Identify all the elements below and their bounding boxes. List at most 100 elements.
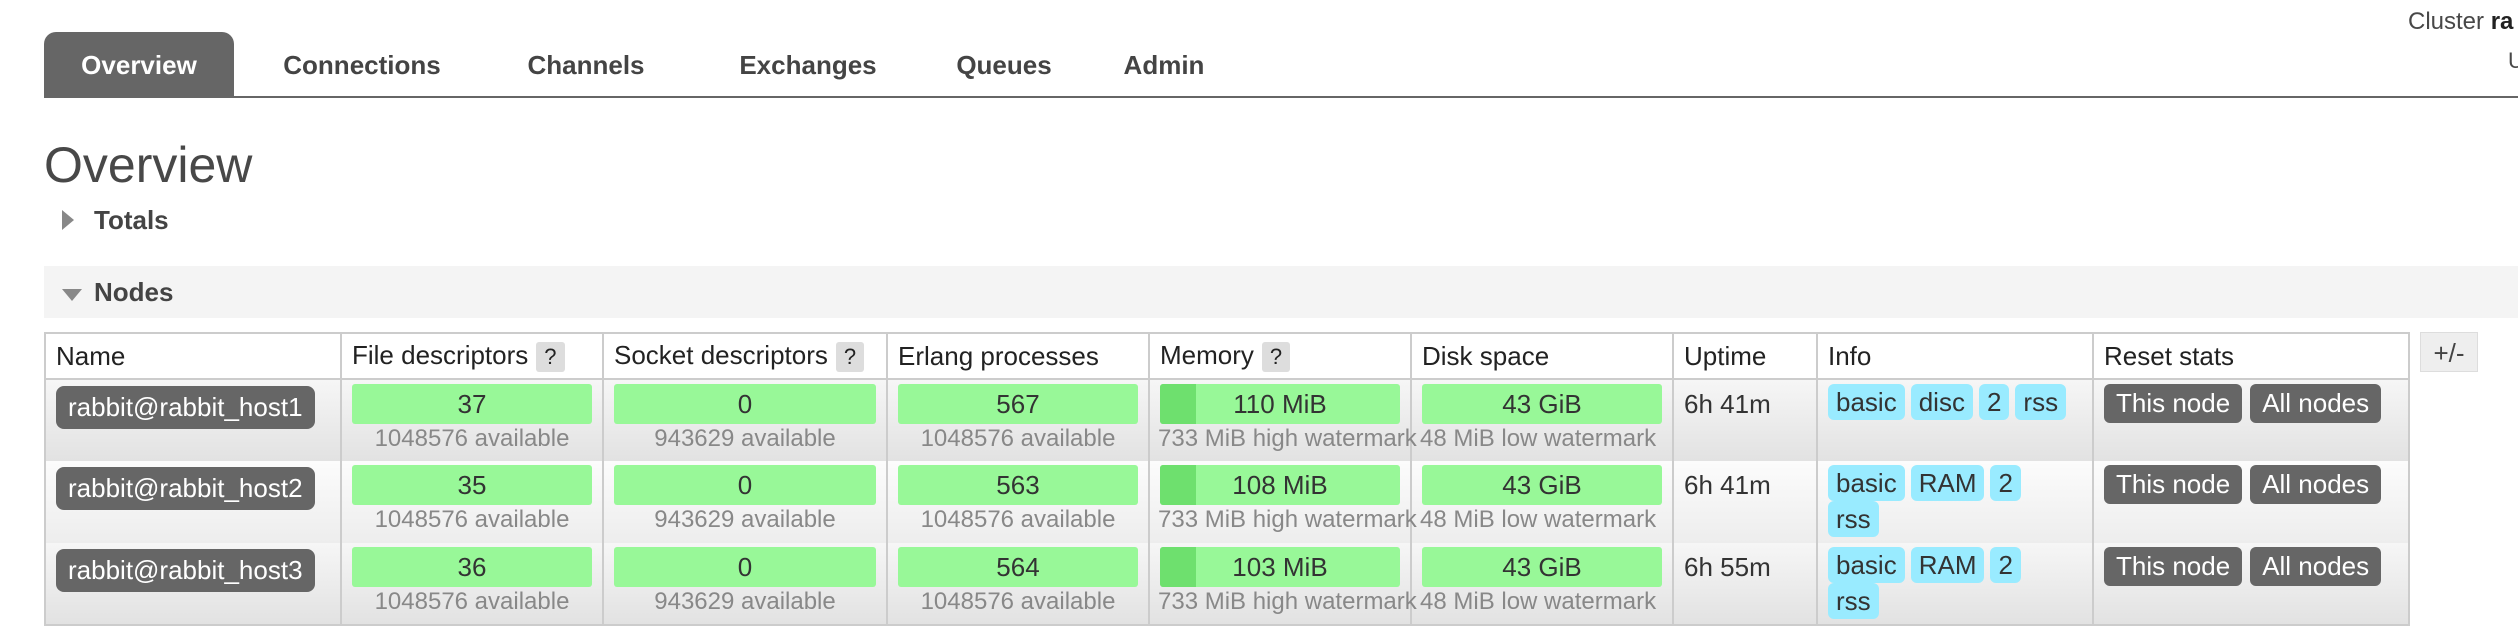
info-rss-badge[interactable]: rss xyxy=(1828,501,1879,537)
info-node-type-badge[interactable]: disc xyxy=(1910,384,1973,420)
file-descriptors-bar: 35 xyxy=(352,465,592,505)
col-erlang-processes: Erlang processes xyxy=(886,332,1150,380)
reset-all-nodes-button[interactable]: All nodes xyxy=(2250,384,2382,423)
cluster-prefix: Cluster xyxy=(2408,8,2485,35)
node-name-link[interactable]: rabbit@rabbit_host2 xyxy=(56,467,315,510)
disk-space-free: 43 GiB xyxy=(1502,552,1582,582)
reset-this-node-button[interactable]: This node xyxy=(2104,547,2243,586)
memory-cell: 110 MiB 733 MiB high watermark xyxy=(1148,379,1417,461)
tab-channels[interactable]: Channels xyxy=(512,32,660,96)
file-descriptors-cell: 37 1048576 available xyxy=(340,379,604,461)
reset-stats-cell: This node All nodes xyxy=(2092,461,2410,543)
help-button[interactable]: ? xyxy=(835,342,865,372)
disk-space-cell: 43 GiB 48 MiB low watermark xyxy=(1410,461,1674,543)
memory-bar: 108 MiB xyxy=(1160,465,1400,505)
disk-space-bar: 43 GiB xyxy=(1422,384,1662,424)
memory-watermark: 733 MiB high watermark xyxy=(1158,425,1417,452)
info-count-badge[interactable]: 2 xyxy=(1990,465,2021,501)
tab-admin[interactable]: Admin xyxy=(1104,32,1224,96)
info-cell: basic disc 2 rss xyxy=(1816,379,2094,461)
reset-this-node-button[interactable]: This node xyxy=(2104,465,2243,504)
erlang-processes-cell: 567 1048576 available xyxy=(886,379,1150,461)
col-reset-stats: Reset stats xyxy=(2092,332,2410,380)
socket-descriptors-used: 0 xyxy=(737,552,753,582)
help-button[interactable]: ? xyxy=(536,342,565,372)
col-uptime: Uptime xyxy=(1672,332,1818,380)
column-toggle-button[interactable]: +/- xyxy=(2420,332,2478,372)
disk-space-cell: 43 GiB 48 MiB low watermark xyxy=(1410,379,1674,461)
file-descriptors-cell: 36 1048576 available xyxy=(340,543,604,626)
reset-all-nodes-button[interactable]: All nodes xyxy=(2250,465,2382,504)
info-basic-badge[interactable]: basic xyxy=(1828,547,1905,583)
col-disk-space: Disk space xyxy=(1410,332,1674,380)
disk-space-free: 43 GiB xyxy=(1502,470,1582,500)
socket-descriptors-cell: 0 943629 available xyxy=(602,379,888,461)
col-reset-stats-label: Reset stats xyxy=(2104,340,2235,371)
col-memory: Memory? xyxy=(1148,332,1412,380)
socket-descriptors-bar: 0 xyxy=(614,384,876,424)
table-row: rabbit@rabbit_host3 36 1048576 available… xyxy=(44,543,2410,626)
socket-descriptors-bar: 0 xyxy=(614,465,876,505)
info-rss-badge[interactable]: rss xyxy=(1828,583,1879,619)
info-node-type-badge[interactable]: RAM xyxy=(1910,547,1985,583)
socket-descriptors-available: 943629 available xyxy=(654,425,836,452)
file-descriptors-cell: 35 1048576 available xyxy=(340,461,604,543)
disk-watermark: 48 MiB low watermark xyxy=(1420,506,1657,533)
uptime-value: 6h 41m xyxy=(1684,470,1771,500)
page-title: Overview xyxy=(44,137,253,193)
reset-this-node-button[interactable]: This node xyxy=(2104,384,2243,423)
erlang-processes-cell: 563 1048576 available xyxy=(886,461,1150,543)
tab-overview[interactable]: Overview xyxy=(44,32,234,96)
info-rss-badge[interactable]: rss xyxy=(2015,384,2067,420)
cluster-name[interactable]: ra xyxy=(2491,8,2514,35)
nodes-section-title: Nodes xyxy=(94,277,174,307)
table-row: rabbit@rabbit_host2 35 1048576 available… xyxy=(44,461,2410,543)
node-name-link[interactable]: rabbit@rabbit_host3 xyxy=(56,549,315,592)
memory-used: 103 MiB xyxy=(1232,552,1328,582)
col-disk-space-label: Disk space xyxy=(1422,340,1550,371)
socket-descriptors-cell: 0 943629 available xyxy=(602,461,888,543)
disk-watermark: 48 MiB low watermark xyxy=(1420,425,1657,452)
socket-descriptors-bar: 0 xyxy=(614,547,876,587)
col-name-label: Name xyxy=(56,340,126,371)
node-name-cell: rabbit@rabbit_host3 xyxy=(44,543,342,626)
file-descriptors-available: 1048576 available xyxy=(374,506,570,533)
memory-used: 108 MiB xyxy=(1232,470,1328,500)
socket-descriptors-used: 0 xyxy=(737,389,753,419)
uptime-cell: 6h 41m xyxy=(1672,379,1818,461)
info-basic-badge[interactable]: basic xyxy=(1828,384,1905,420)
info-basic-badge[interactable]: basic xyxy=(1828,465,1905,501)
col-uptime-label: Uptime xyxy=(1684,340,1767,371)
uptime-cell: 6h 41m xyxy=(1672,461,1818,543)
info-count-badge[interactable]: 2 xyxy=(1978,384,2010,420)
nodes-table: Name File descriptors? Socket descriptor… xyxy=(44,332,2410,626)
erlang-processes-used: 567 xyxy=(996,389,1040,419)
file-descriptors-bar: 36 xyxy=(352,547,592,587)
col-erlang-processes-label: Erlang processes xyxy=(898,340,1099,371)
nodes-section-toggle[interactable]: Nodes xyxy=(44,266,2518,318)
file-descriptors-used: 36 xyxy=(457,552,487,582)
col-memory-label: Memory xyxy=(1160,340,1254,370)
reset-stats-cell: This node All nodes xyxy=(2092,543,2410,626)
tab-exchanges[interactable]: Exchanges xyxy=(710,32,906,96)
reset-all-nodes-button[interactable]: All nodes xyxy=(2250,547,2382,586)
info-node-type-badge[interactable]: RAM xyxy=(1910,465,1985,501)
col-info: Info xyxy=(1816,332,2094,380)
erlang-processes-used: 563 xyxy=(996,470,1040,500)
tab-connections[interactable]: Connections xyxy=(270,32,454,96)
col-name: Name xyxy=(44,332,342,380)
memory-bar-fill xyxy=(1160,547,1196,587)
info-cell: basic RAM 2 rss xyxy=(1816,461,2094,543)
node-name-link[interactable]: rabbit@rabbit_host1 xyxy=(56,386,315,429)
disk-space-cell: 43 GiB 48 MiB low watermark xyxy=(1410,543,1674,626)
tab-queues[interactable]: Queues xyxy=(930,32,1078,96)
info-count-badge[interactable]: 2 xyxy=(1990,547,2021,583)
col-socket-descriptors: Socket descriptors? xyxy=(602,332,888,380)
col-file-descriptors-label: File descriptors xyxy=(352,340,529,370)
help-button[interactable]: ? xyxy=(1261,342,1291,372)
disk-space-free: 43 GiB xyxy=(1502,389,1582,419)
main-tabs: Overview Connections Channels Exchanges … xyxy=(44,32,2518,98)
socket-descriptors-available: 943629 available xyxy=(654,506,836,533)
uptime-value: 6h 41m xyxy=(1684,389,1771,419)
memory-used: 110 MiB xyxy=(1233,389,1327,419)
